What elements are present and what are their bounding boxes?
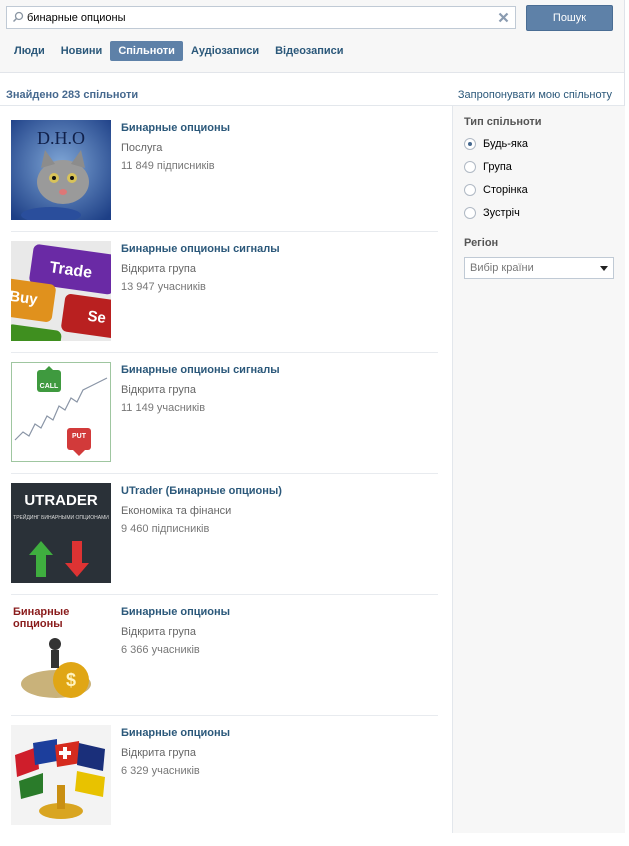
radio-label: Будь-яка — [483, 138, 529, 150]
community-avatar[interactable]: CALL PUT — [11, 362, 111, 462]
community-type: Відкрита група — [121, 263, 196, 275]
member-count: 6 366 учасників — [121, 644, 200, 656]
radio-any[interactable]: Будь-яка — [464, 136, 528, 152]
divider — [11, 231, 438, 232]
community-name[interactable]: Бинарные опционы сигналы — [121, 243, 280, 255]
radio-page[interactable]: Сторінка — [464, 182, 528, 198]
search-input[interactable] — [27, 9, 497, 26]
list-item: D.H.O Бинарные опционы Послуга 11 849 пі… — [11, 120, 438, 241]
results-list: D.H.O Бинарные опционы Послуга 11 849 пі… — [11, 120, 438, 846]
svg-text:$: $ — [66, 670, 76, 690]
community-name[interactable]: Бинарные опционы — [121, 606, 230, 618]
community-name[interactable]: Бинарные опционы — [121, 122, 230, 134]
community-type: Відкрита група — [121, 747, 196, 759]
thumb-logo-text: UTRADER — [24, 492, 97, 509]
tab-news[interactable]: Новини — [53, 41, 111, 61]
thumb-caption: Бинарные опционы — [13, 606, 70, 630]
radio-label: Сторінка — [483, 184, 528, 196]
thumb-call: CALL — [40, 383, 59, 390]
community-name[interactable]: Бинарные опционы — [121, 727, 230, 739]
list-item: Бинарные опционы $ Бинарные опционы Відк… — [11, 604, 438, 725]
thumb-buy: Buy — [11, 288, 39, 309]
divider — [11, 352, 438, 353]
radio-label: Група — [483, 161, 512, 173]
thumb-sell: Se — [86, 308, 107, 327]
tab-video[interactable]: Відеозаписи — [267, 41, 351, 61]
country-select-value: Вибір країни — [470, 262, 534, 274]
thumb-put: PUT — [72, 433, 87, 440]
community-type: Послуга — [121, 142, 163, 154]
filters-sidebar: Тип спільноти Будь-яка Група Сторінка Зу… — [452, 106, 625, 833]
chevron-down-icon — [600, 266, 608, 271]
community-name[interactable]: UTrader (Бинарные опционы) — [121, 485, 282, 497]
member-count: 11 849 підписників — [121, 160, 215, 172]
divider — [11, 715, 438, 716]
results-count: Знайдено 283 спільноти — [6, 89, 139, 101]
divider — [11, 594, 438, 595]
search-icon — [12, 11, 24, 23]
radio-button[interactable] — [464, 161, 476, 173]
radio-button[interactable] — [464, 138, 476, 150]
search-button[interactable]: Пошук — [526, 5, 613, 31]
search-tabs: Люди Новини Спільноти Аудіозаписи Відеоз… — [6, 41, 352, 61]
radio-button[interactable] — [464, 184, 476, 196]
clear-search-icon[interactable] — [498, 12, 509, 23]
tab-people[interactable]: Люди — [6, 41, 53, 61]
thumb-tagline: ТРЕЙДИНГ БИНАРНЫМИ ОПЦИОНАМИ — [13, 513, 109, 521]
community-type: Відкрита група — [121, 384, 196, 396]
community-avatar[interactable]: UTRADER ТРЕЙДИНГ БИНАРНЫМИ ОПЦИОНАМИ — [11, 483, 111, 583]
list-item: UTRADER ТРЕЙДИНГ БИНАРНЫМИ ОПЦИОНАМИ UTr… — [11, 483, 438, 604]
community-avatar[interactable]: Trade Buy Se — [11, 241, 111, 341]
country-select[interactable]: Вибір країни — [464, 257, 614, 279]
community-avatar[interactable] — [11, 725, 111, 825]
thumb-title: D.H.O — [37, 128, 85, 148]
community-avatar[interactable]: D.H.O — [11, 120, 111, 220]
list-item: Бинарные опционы Відкрита група 6 329 уч… — [11, 725, 438, 846]
list-item: Trade Buy Se Бинарные опционы сигналы Ві… — [11, 241, 438, 362]
tab-communities[interactable]: Спільноти — [110, 41, 183, 61]
page-frame: Пошук Люди Новини Спільноти Аудіозаписи … — [0, 0, 625, 833]
radio-group[interactable]: Група — [464, 159, 512, 175]
suggest-community-link[interactable]: Запропонувати мою спільноту — [458, 89, 612, 101]
community-type: Економіка та фінанси — [121, 505, 232, 517]
radio-button[interactable] — [464, 207, 476, 219]
list-item: CALL PUT Бинарные опционы сигналы Відкри… — [11, 362, 438, 483]
divider — [11, 473, 438, 474]
radio-label: Зустріч — [483, 207, 520, 219]
community-type-heading: Тип спільноти — [464, 116, 542, 128]
region-heading: Регіон — [464, 237, 499, 249]
search-field[interactable] — [6, 6, 516, 29]
community-avatar[interactable]: Бинарные опционы $ — [11, 604, 111, 704]
member-count: 9 460 підписників — [121, 523, 210, 535]
search-header: Пошук Люди Новини Спільноти Аудіозаписи … — [0, 0, 624, 73]
member-count: 6 329 учасників — [121, 765, 200, 777]
member-count: 13 947 учасників — [121, 281, 206, 293]
member-count: 11 149 учасників — [121, 402, 206, 414]
community-name[interactable]: Бинарные опционы сигналы — [121, 364, 280, 376]
community-type: Відкрита група — [121, 626, 196, 638]
tab-audio[interactable]: Аудіозаписи — [183, 41, 267, 61]
radio-event[interactable]: Зустріч — [464, 205, 520, 221]
